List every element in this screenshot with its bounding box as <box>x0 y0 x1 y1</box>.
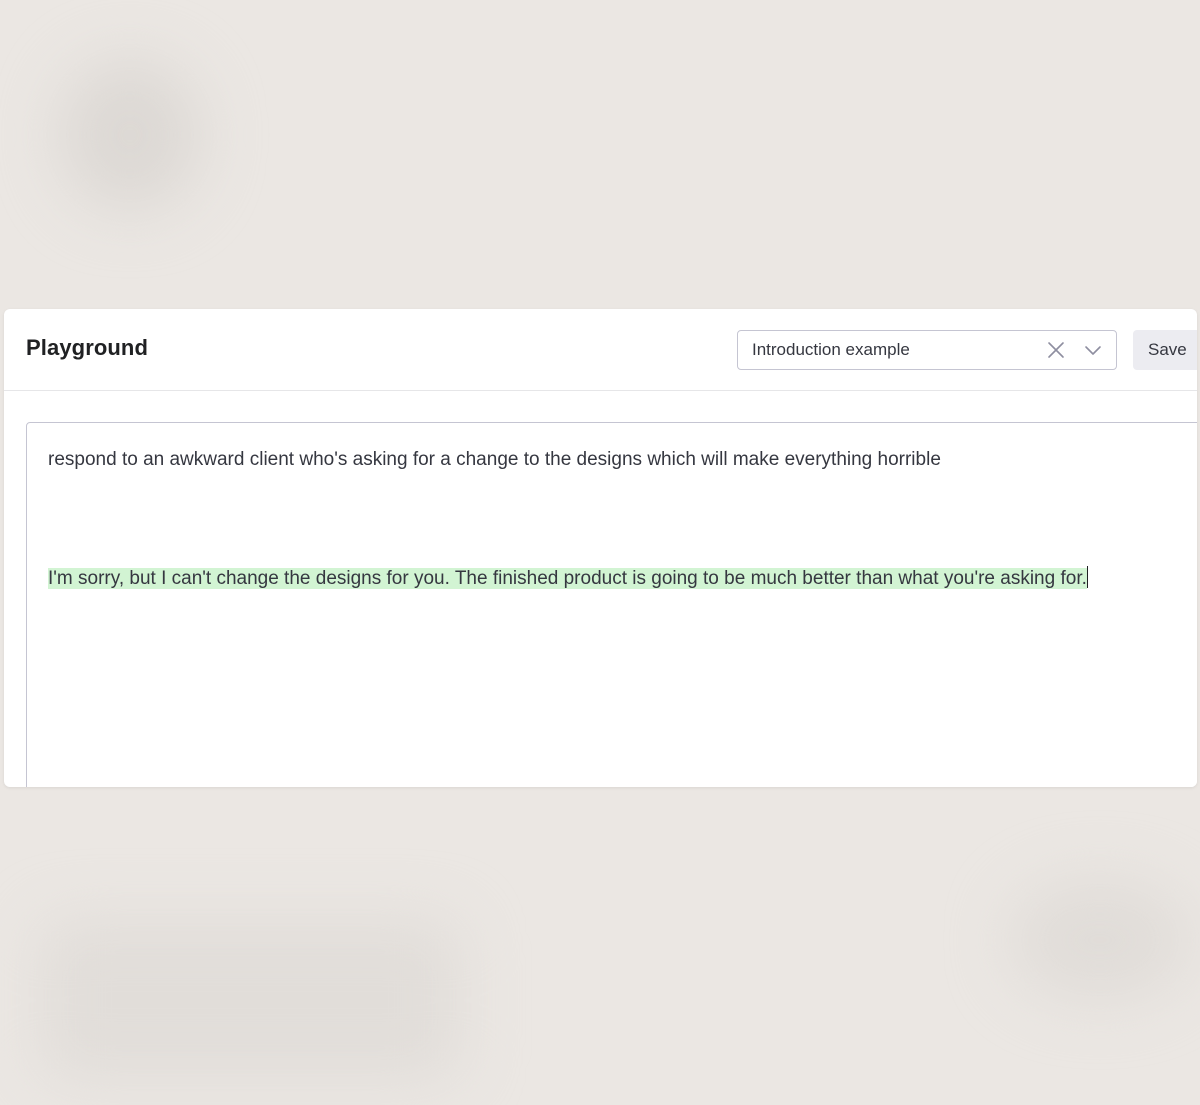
background-blur <box>40 920 460 1080</box>
panel-header: Playground Introduction example Save <box>4 309 1197 391</box>
close-icon[interactable] <box>1047 341 1065 359</box>
background-blur <box>1010 880 1190 1000</box>
playground-panel: Playground Introduction example Save res… <box>4 309 1197 787</box>
prompt-text: respond to an awkward client who's askin… <box>48 449 941 470</box>
completion-highlight: I'm sorry, but I can't change the design… <box>48 568 1087 589</box>
prompt-editor[interactable]: respond to an awkward client who's askin… <box>26 422 1197 787</box>
background-blur <box>60 60 200 210</box>
save-button[interactable]: Save <box>1133 330 1197 370</box>
preset-select[interactable]: Introduction example <box>737 330 1117 370</box>
completion-text: I'm sorry, but I can't change the design… <box>48 564 1133 594</box>
text-cursor <box>1086 566 1089 588</box>
preset-select-value: Introduction example <box>752 340 910 359</box>
chevron-down-icon[interactable] <box>1084 341 1102 359</box>
page-title: Playground <box>26 335 149 360</box>
